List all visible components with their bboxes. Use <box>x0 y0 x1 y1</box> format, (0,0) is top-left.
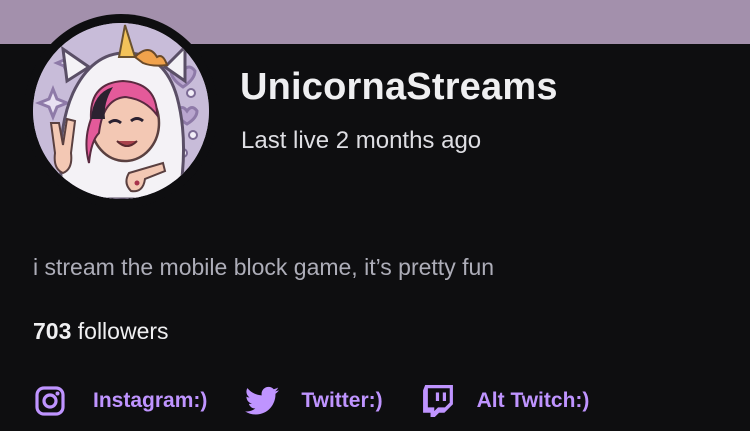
twitter-link-label: Twitter:) <box>301 389 383 412</box>
last-live-status: Last live 2 months ago <box>241 127 482 154</box>
avatar-illustration <box>33 23 209 199</box>
follower-count-number: 703 <box>33 318 72 344</box>
instagram-icon <box>33 384 67 418</box>
twitter-icon <box>245 384 280 418</box>
twitch-link-label: Alt Twitch:) <box>476 389 590 412</box>
twitter-link[interactable]: Twitter:) <box>245 384 383 418</box>
twitch-link[interactable]: Alt Twitch:) <box>421 384 590 418</box>
avatar[interactable] <box>33 23 209 199</box>
instagram-link[interactable]: Instagram:) <box>33 384 207 418</box>
channel-bio: i stream the mobile block game, it’s pre… <box>33 254 495 280</box>
instagram-link-label: Instagram:) <box>93 389 208 412</box>
follower-count: 703 followers <box>33 318 169 345</box>
follower-count-label: followers <box>71 318 169 344</box>
twitch-icon <box>421 384 455 418</box>
channel-name: UnicornaStreams <box>240 66 558 108</box>
social-links: Instagram:) Twitter:) Alt Twitch:) <box>33 383 627 419</box>
